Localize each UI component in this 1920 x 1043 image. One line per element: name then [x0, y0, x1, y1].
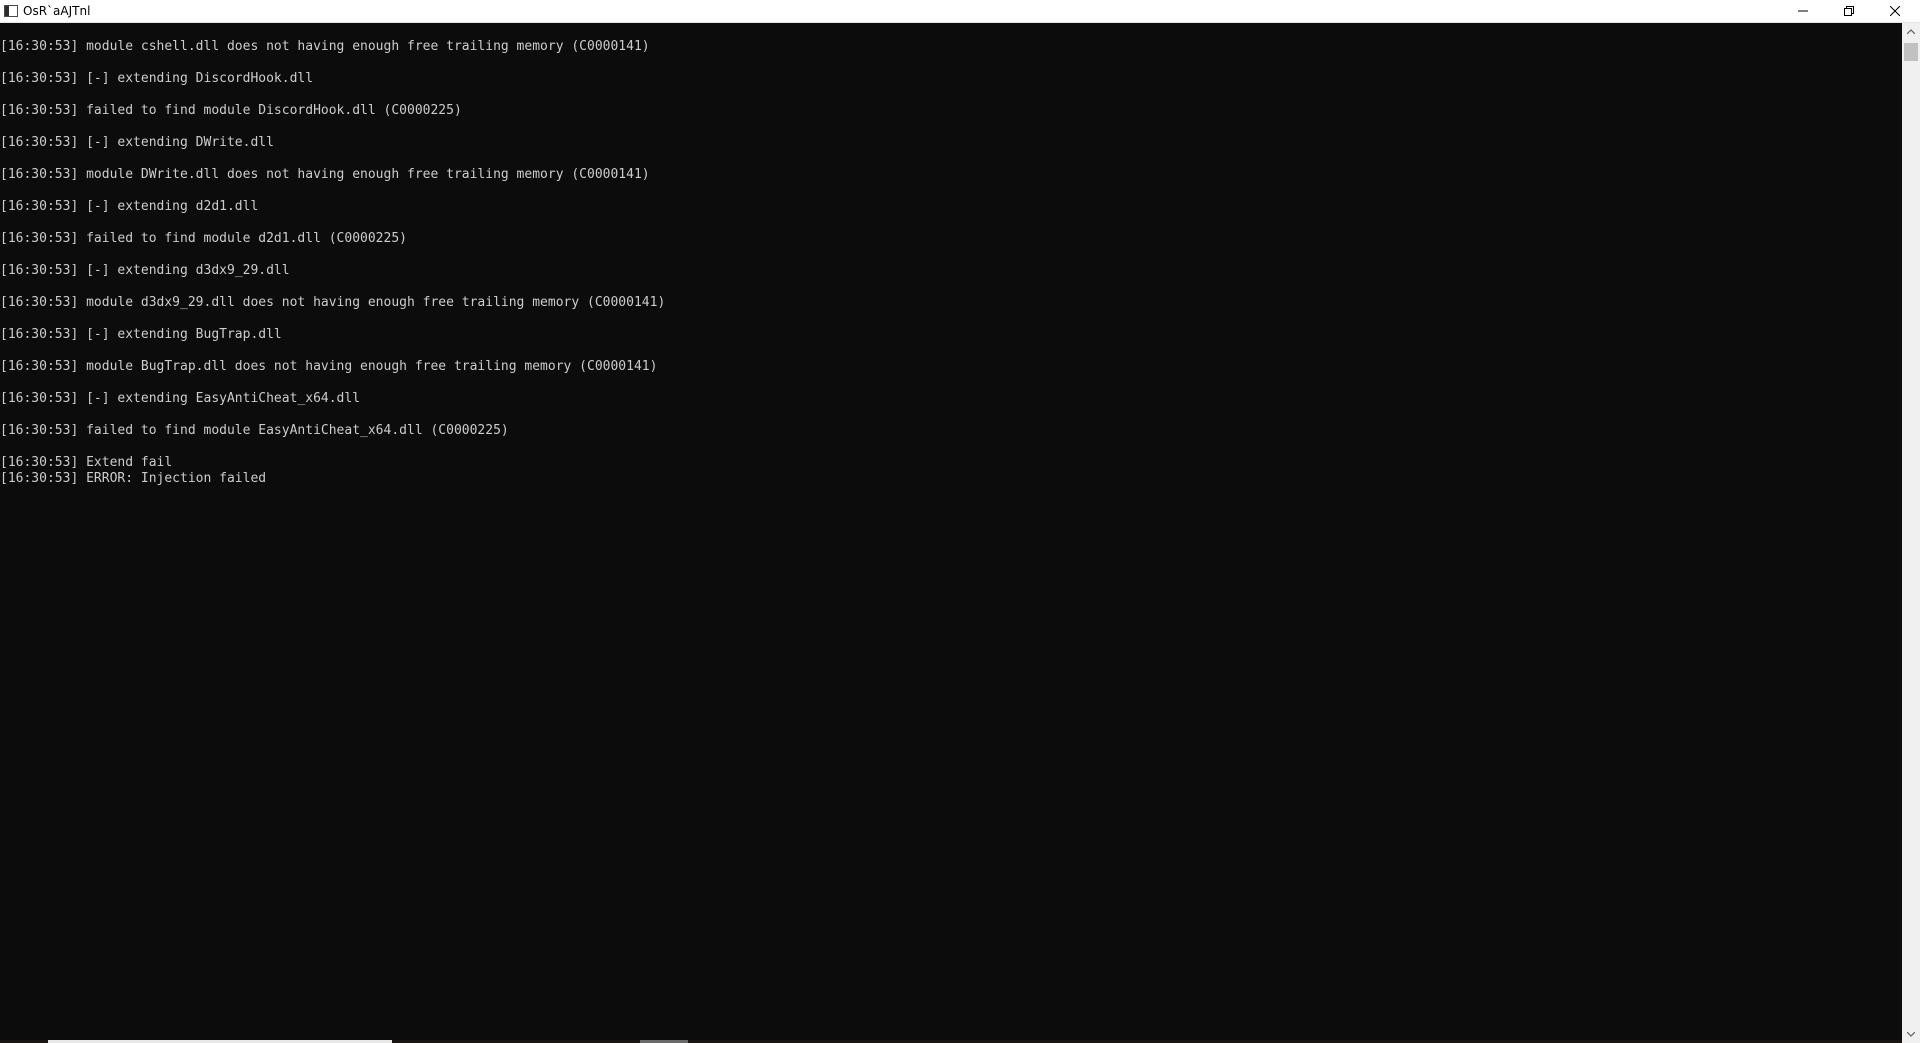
console-window: OsR`aAJTnl [16:30:53] module cshell.dll … [0, 0, 1920, 1043]
console-app-icon [4, 5, 18, 17]
chevron-down-icon [1907, 1032, 1915, 1037]
restore-button[interactable] [1826, 0, 1872, 22]
log-line: [16:30:53] failed to find module Discord… [0, 103, 462, 118]
log-line: [16:30:53] [-] extending DWrite.dll [0, 135, 274, 150]
scroll-down-button[interactable] [1902, 1026, 1920, 1043]
close-icon [1890, 6, 1900, 16]
window-title: OsR`aAJTnl [23, 4, 91, 18]
minimize-icon [1798, 10, 1808, 12]
scroll-thumb[interactable] [1904, 43, 1918, 61]
title-bar[interactable]: OsR`aAJTnl [0, 0, 1920, 23]
console-output[interactable]: [16:30:53] module cshell.dll does not ha… [0, 23, 1902, 1043]
vertical-scrollbar[interactable] [1902, 23, 1920, 1043]
log-line: [16:30:53] Extend fail [0, 455, 173, 470]
log-line: [16:30:53] [-] extending d3dx9_29.dll [0, 263, 290, 278]
error-line: [16:30:53] ERROR: Injection failed [0, 471, 267, 486]
close-button[interactable] [1872, 0, 1918, 22]
restore-icon [1844, 6, 1854, 16]
log-line: [16:30:53] [-] extending EasyAntiCheat_x… [0, 391, 361, 406]
chevron-up-icon [1907, 29, 1915, 34]
minimize-button[interactable] [1780, 0, 1826, 22]
log-line: [16:30:53] module d3dx9_29.dll does not … [0, 295, 666, 310]
log-line: [16:30:53] failed to find module EasyAnt… [0, 423, 509, 438]
scroll-up-button[interactable] [1902, 23, 1920, 40]
log-line: [16:30:53] [-] extending DiscordHook.dll [0, 71, 314, 86]
log-line: [16:30:53] [-] extending d2d1.dll [0, 199, 259, 214]
log-line: [16:30:53] module DWrite.dll does not ha… [0, 167, 650, 182]
log-line: [16:30:53] [-] extending BugTrap.dll [0, 327, 282, 342]
log-line: [16:30:53] module BugTrap.dll does not h… [0, 359, 658, 374]
log-line: [16:30:53] module cshell.dll does not ha… [0, 39, 650, 54]
log-line: [16:30:53] failed to find module d2d1.dl… [0, 231, 407, 246]
